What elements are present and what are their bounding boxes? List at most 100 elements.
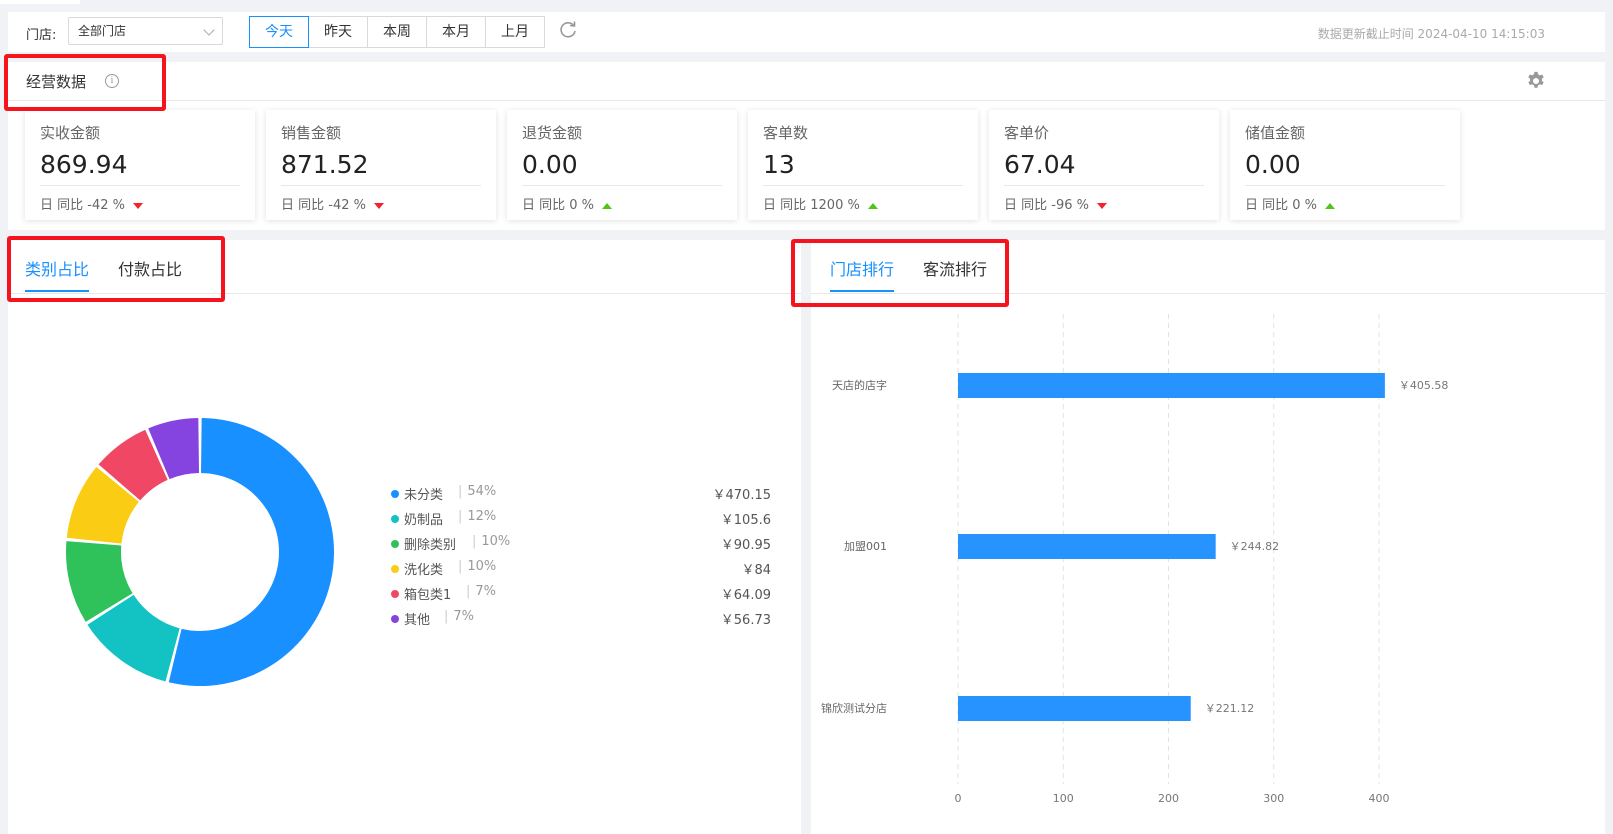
legend-percent: | 10% xyxy=(453,559,496,574)
highlight-box-ranking-tabs xyxy=(791,239,1009,307)
store-select[interactable]: 全部门店 xyxy=(68,17,223,45)
section-divider xyxy=(8,100,1605,101)
kpi-divider xyxy=(1245,185,1445,186)
legend-name: 其他 xyxy=(404,613,431,628)
legend-percent-value: 7% xyxy=(453,609,475,624)
top-tab-strip xyxy=(0,0,80,4)
bar-rect[interactable] xyxy=(958,373,1385,398)
range-button[interactable]: 本周 xyxy=(367,16,427,48)
kpi-divider xyxy=(40,185,240,186)
kpi-label: 储值金额 xyxy=(1245,124,1306,142)
legend-amount: ￥470.15 xyxy=(712,488,772,503)
legend-percent: | 54% xyxy=(453,484,496,499)
legend-dot xyxy=(391,490,399,498)
bar-category-label: 锦欣测试分店 xyxy=(821,701,887,715)
kpi-compare: 日 同比 0 % xyxy=(522,194,613,213)
x-tick-label: 300 xyxy=(1263,792,1284,805)
bar-rect[interactable] xyxy=(958,534,1216,559)
legend-item[interactable]: 未分类 | 54% ￥470.15 xyxy=(391,484,772,503)
legend-item[interactable]: 其他 | 7% ￥56.73 xyxy=(391,609,771,628)
legend-name: 洗化类 xyxy=(404,563,444,578)
category-donut-chart xyxy=(66,418,334,686)
highlight-box-category-tabs xyxy=(7,236,225,302)
store-ranking-bar-chart: 0 100 200 300 400 天店的店字 ￥405.58 加盟001 ￥244.82 锦欣测… xyxy=(821,314,1449,805)
legend-separator: | xyxy=(466,584,471,599)
highlight-box-ops-title xyxy=(4,54,166,111)
kpi-card: 客单数 13 日 同比 1200 % xyxy=(748,110,978,220)
bar-value-label: ￥221.12 xyxy=(1205,702,1255,715)
kpi-compare: 日 同比 -96 % xyxy=(1004,194,1107,213)
kpi-divider xyxy=(763,185,963,186)
kpi-value: 871.52 xyxy=(281,150,369,179)
ranking-panel: 门店排行 客流排行 0 100 200 300 400 天店的店字 ￥405.58 加盟001… xyxy=(811,240,1605,834)
legend-percent-value: 7% xyxy=(475,584,497,599)
chevron-down-icon xyxy=(203,24,215,36)
bar-value-label: ￥405.58 xyxy=(1399,379,1449,392)
bar-category-label: 加盟001 xyxy=(844,540,887,553)
legend-separator: | xyxy=(458,509,463,524)
kpi-divider xyxy=(522,185,722,186)
range-button[interactable]: 上月 xyxy=(485,16,545,48)
legend-amount: ￥90.95 xyxy=(720,538,771,553)
bar-rect[interactable] xyxy=(958,696,1191,721)
kpi-compare-text: 日 同比 -42 % xyxy=(281,198,366,213)
legend-item[interactable]: 奶制品 | 12% ￥105.6 xyxy=(391,509,771,528)
legend-name: 未分类 xyxy=(404,488,444,503)
kpi-label: 客单数 xyxy=(763,124,809,142)
trend-down-icon xyxy=(1096,202,1107,209)
legend-amount: ￥84 xyxy=(741,563,771,578)
kpi-divider xyxy=(281,185,481,186)
kpi-label: 销售金额 xyxy=(281,124,342,142)
gear-icon[interactable] xyxy=(1525,70,1547,92)
legend-item[interactable]: 删除类别 | 10% ￥90.95 xyxy=(391,534,771,553)
kpi-compare-text: 日 同比 1200 % xyxy=(763,198,860,213)
x-tick-label: 200 xyxy=(1158,792,1179,805)
range-button[interactable]: 昨天 xyxy=(308,16,368,48)
legend-percent-value: 12% xyxy=(467,509,497,524)
legend-item[interactable]: 箱包类1 | 7% ￥64.09 xyxy=(391,584,771,603)
legend-percent: | 12% xyxy=(453,509,496,524)
refresh-icon[interactable] xyxy=(558,20,578,40)
kpi-label: 客单价 xyxy=(1004,124,1050,142)
kpi-divider xyxy=(1004,185,1204,186)
legend-dot xyxy=(391,615,399,623)
trend-up-icon xyxy=(602,202,613,209)
legend-item[interactable]: 洗化类 | 10% ￥84 xyxy=(391,559,771,578)
bar-category-label: 天店的店字 xyxy=(832,378,887,392)
kpi-card: 销售金额 871.52 日 同比 -42 % xyxy=(266,110,496,220)
store-label: 门店: xyxy=(26,28,57,43)
date-range-group: 今天 昨天 本周 本月 上月 xyxy=(249,16,545,48)
x-tick-label: 100 xyxy=(1053,792,1074,805)
range-button[interactable]: 今天 xyxy=(249,16,309,48)
update-time: 数据更新截止时间 2024-04-10 14:15:03 xyxy=(1317,27,1545,41)
legend-separator: | xyxy=(458,559,463,574)
legend-separator: | xyxy=(472,534,477,549)
legend-separator: | xyxy=(458,484,463,499)
legend-dot xyxy=(391,565,399,573)
range-button[interactable]: 本月 xyxy=(426,16,486,48)
trend-down-icon xyxy=(373,202,384,209)
kpi-compare: 日 同比 -42 % xyxy=(40,194,143,213)
kpi-label: 实收金额 xyxy=(40,124,101,142)
legend-percent-value: 54% xyxy=(467,484,497,499)
store-select-value: 全部门店 xyxy=(78,24,127,38)
legend-name: 奶制品 xyxy=(404,513,444,528)
legend-amount: ￥56.73 xyxy=(720,613,771,628)
legend-amount: ￥64.09 xyxy=(720,588,771,603)
legend-percent-value: 10% xyxy=(467,559,497,574)
kpi-compare-text: 日 同比 0 % xyxy=(1245,198,1318,213)
kpi-compare-text: 日 同比 -96 % xyxy=(1004,198,1089,213)
kpi-card: 实收金额 869.94 日 同比 -42 % xyxy=(25,110,255,220)
kpi-card: 退货金额 0.00 日 同比 0 % xyxy=(507,110,737,220)
legend-dot xyxy=(391,515,399,523)
x-tick-label: 400 xyxy=(1369,792,1390,805)
legend-percent: | 7% xyxy=(461,584,496,599)
kpi-compare-text: 日 同比 0 % xyxy=(522,198,595,213)
legend-percent-value: 10% xyxy=(481,534,511,549)
legend-dot xyxy=(391,540,399,548)
trend-up-icon xyxy=(867,202,878,209)
kpi-label: 退货金额 xyxy=(522,124,583,142)
legend-percent: | 7% xyxy=(439,609,474,624)
kpi-value: 67.04 xyxy=(1004,150,1076,179)
kpi-value: 0.00 xyxy=(522,150,578,179)
